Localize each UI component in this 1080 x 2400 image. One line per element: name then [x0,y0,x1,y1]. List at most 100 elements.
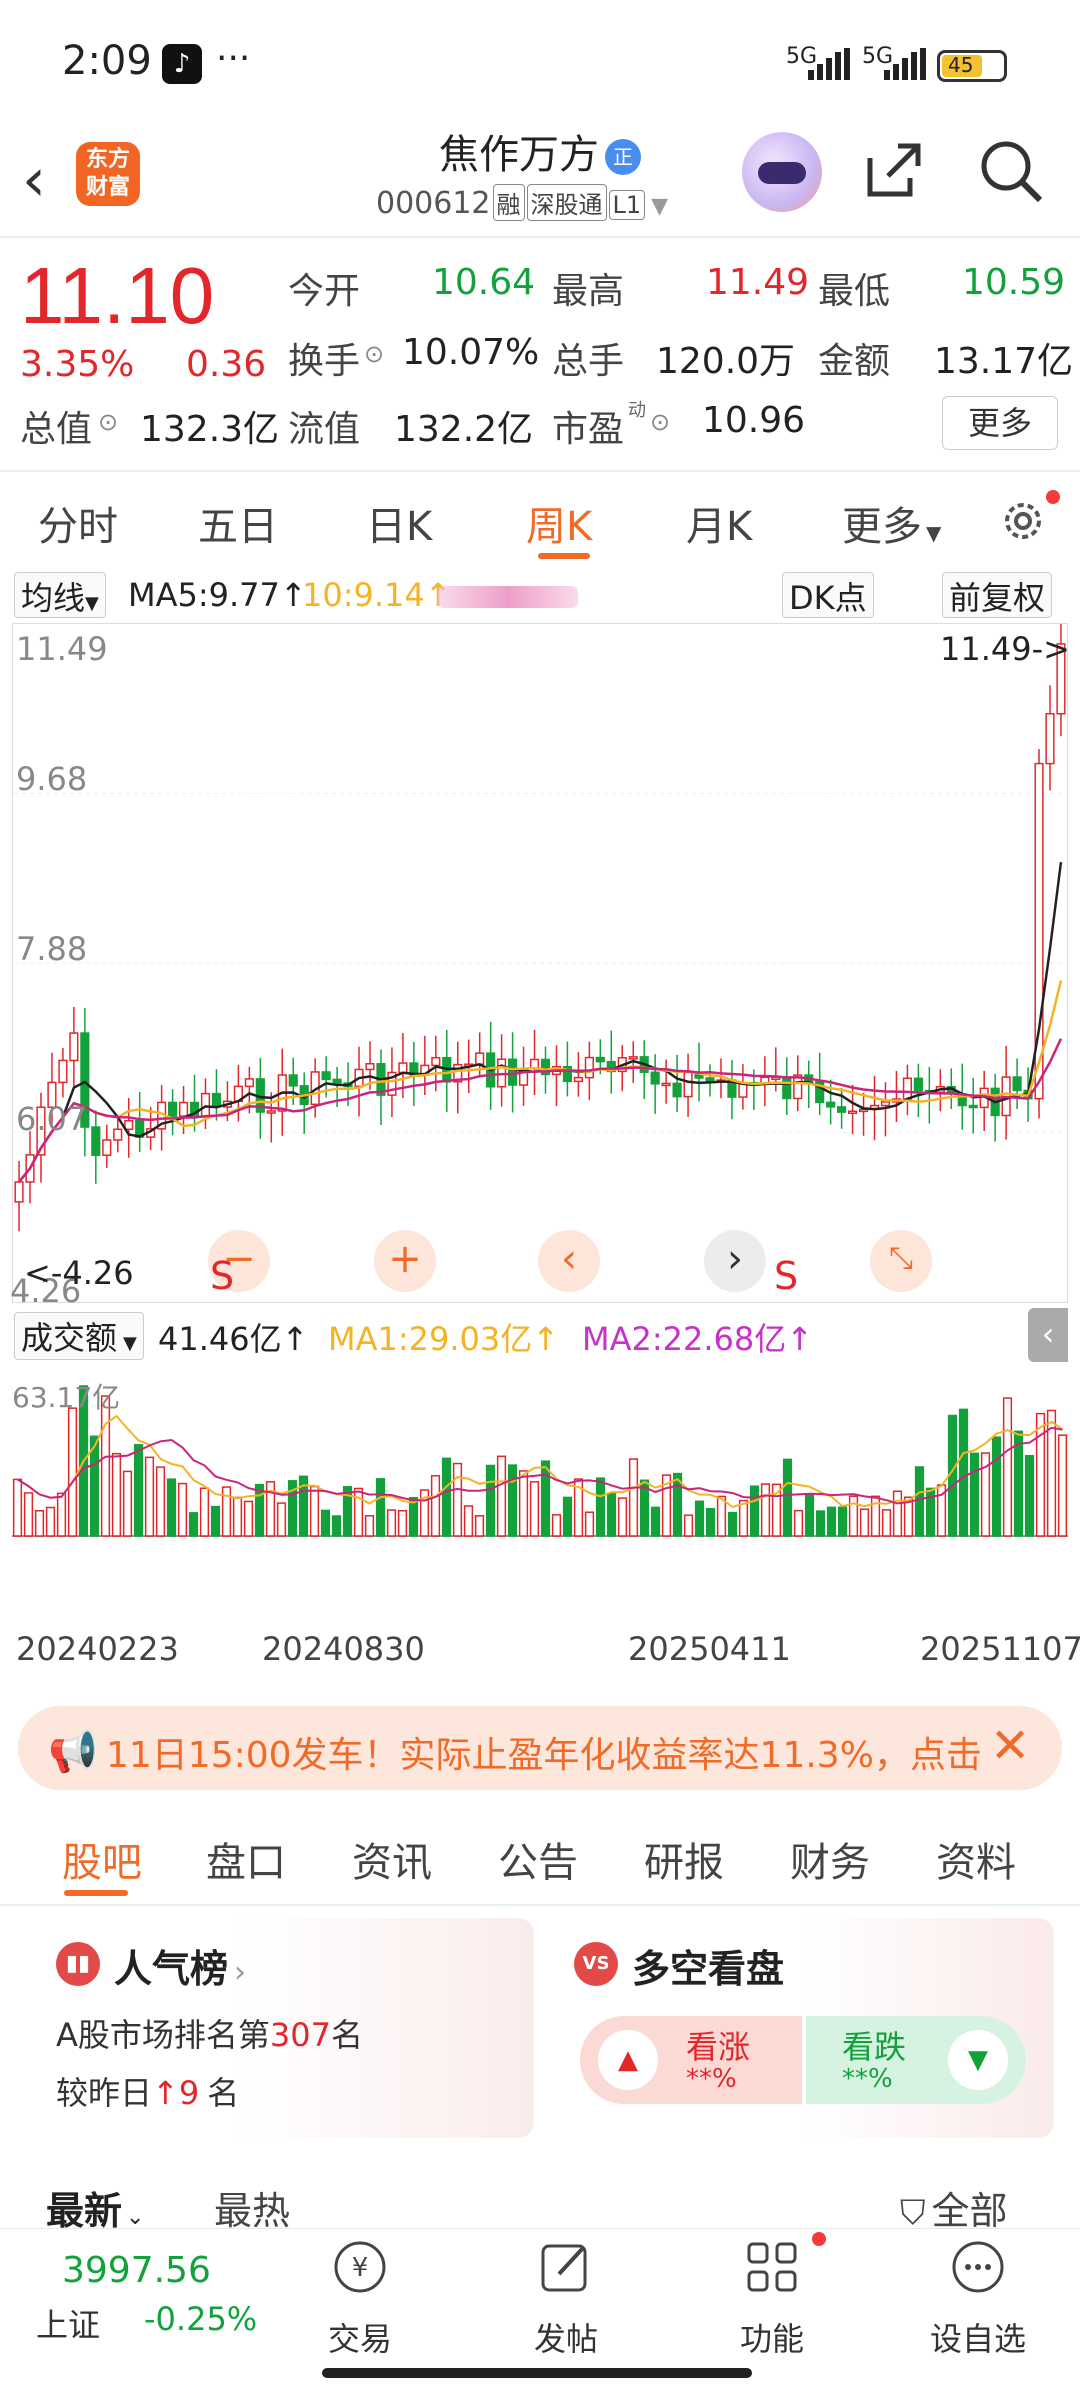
volume-bar [23,1492,34,1537]
tab-daily-k[interactable]: 日K [366,494,432,552]
nav-functions[interactable]: 功能 [712,2238,832,2360]
price-axis-label: 7.88 [16,930,88,968]
tab-forum[interactable]: 股吧 [62,1830,142,1888]
more-quote-button[interactable]: 更多 [942,396,1058,450]
pe-value: 10.96 [702,400,806,441]
rank-change-value: 9 [178,2074,200,2112]
tag-level: L1 [608,190,646,220]
change-pct: 3.35% [20,344,135,385]
tab-more-label: 更多 [842,504,922,550]
active-section-indicator [64,1890,128,1896]
tab-more[interactable]: 更多 ▼ [842,494,941,552]
volume-bar [518,1470,529,1537]
volume-bar [1002,1397,1013,1537]
index-value[interactable]: 3997.56 [62,2250,211,2291]
volume-ma2-label: MA2:22.68亿↑ [582,1320,814,1358]
gear-icon[interactable] [996,494,1050,548]
volume-bar [859,1508,870,1537]
bear-value: **% [842,2064,893,2094]
search-icon[interactable] [978,138,1044,204]
fullscreen-button[interactable]: ⤡ [870,1230,932,1292]
bull-vote[interactable]: ▲ 看涨 **% [580,2016,802,2104]
bear-vote[interactable]: 看跌 **% ▼ [806,2016,1026,2104]
volume-ma2-text: MA2:22.68亿 [582,1320,787,1358]
ma10-text: 10:9.14 [302,576,425,614]
index-change[interactable]: -0.25% [144,2300,257,2338]
tab-orderbook[interactable]: 盘口 [206,1830,286,1888]
adjust-button[interactable]: 前复权 [942,572,1053,618]
tab-five-day[interactable]: 五日 [198,494,278,552]
promo-text[interactable]: 11日15:00发车！实际止盈年化收益率达11.3%，点击 [106,1726,986,1778]
dk-point-button[interactable]: DK点 [782,572,874,618]
volume-bar [144,1456,155,1537]
turnover-value: 10.07% [402,332,540,373]
volume-bar [353,1487,364,1537]
candle [69,1032,79,1062]
tab-intraday[interactable]: 分时 [38,494,118,552]
tab-latest[interactable]: 最新 ⌄ [46,2180,144,2235]
scroll-right-button[interactable]: › [704,1230,766,1292]
change-value: 0.36 [186,344,267,385]
volume-selector[interactable]: 成交额 ▼ [14,1312,144,1360]
tab-news[interactable]: 资讯 [352,1830,432,1888]
tab-announcements[interactable]: 公告 [498,1830,578,1888]
price-axis-label: 9.68 [16,760,88,798]
tab-latest-label: 最新 [46,2189,123,2233]
volume-chart[interactable] [12,1360,1068,1622]
signal-bars-icon [808,48,850,80]
tab-weekly-k[interactable]: 周K [526,494,592,552]
volume-bar [111,1452,122,1537]
filter-button[interactable]: ⛉ 全部 [900,2180,1008,2235]
candlestick-chart[interactable] [12,623,1068,1303]
tag-connect: 深股通 [526,184,607,221]
volume-bar [914,1466,925,1537]
scroll-left-button[interactable]: ‹ [538,1230,600,1292]
volume-bar [540,1460,551,1537]
volume-bar [199,1487,210,1537]
tab-monthly-k[interactable]: 月K [686,494,752,552]
candle [113,1128,123,1141]
info-icon[interactable]: ⊙ [650,408,670,436]
candle [782,1076,792,1100]
edit-icon [541,2244,587,2292]
volume-bar [991,1436,1002,1537]
chevron-down-icon[interactable]: ▼ [651,194,668,219]
candle [507,1058,518,1086]
min-marker: <-4.26 [24,1254,134,1292]
zoom-in-button[interactable]: + [374,1230,436,1292]
candle [167,1101,178,1117]
pe-label: 市盈 [552,409,625,450]
candle [628,1056,638,1060]
nav-watchlist[interactable]: 设自选 [918,2238,1038,2360]
volume-bar [397,1509,408,1537]
ma-selector[interactable]: 均线▼ [14,572,106,618]
ma5-label: MA5:9.77↑ [128,576,307,614]
candle [244,1078,254,1088]
volume-bar [551,1514,562,1537]
max-marker: 11.49-> [940,630,1070,668]
tab-profile[interactable]: 资料 [936,1830,1016,1888]
candle [837,1106,847,1113]
popularity-card[interactable]: ▮▮ 人气榜 › A股市场排名第307名 较昨日↑9 名 [34,1918,534,2138]
nav-post[interactable]: 发帖 [506,2238,626,2360]
tab-hottest[interactable]: 最热 [214,2180,290,2235]
stock-subtitle: 000612 融深股通 L1 ▼ [376,184,668,221]
index-name[interactable]: 上证 [36,2300,100,2346]
tab-financials[interactable]: 财务 [790,1830,870,1888]
info-icon[interactable]: ⊙ [98,408,118,436]
assistant-avatar[interactable] [742,132,822,212]
volume-bar [650,1506,661,1537]
volume-bar [749,1485,760,1537]
info-icon[interactable]: ⊙ [364,340,384,368]
nav-trade[interactable]: ¥ 交易 [300,2238,420,2360]
home-indicator[interactable] [322,2368,752,2378]
status-bar: 2:09 ♪ ··· 5G 5G 45 [0,0,1080,120]
active-tab-indicator [538,553,590,559]
mcap-value: 132.3亿 [140,409,280,450]
tab-research[interactable]: 研报 [644,1830,724,1888]
share-icon[interactable] [862,138,926,202]
promo-banner[interactable]: 📢 11日15:00发车！实际止盈年化收益率达11.3%，点击 ✕ [18,1706,1062,1790]
candle [102,1139,112,1156]
collapse-panel-button[interactable]: ‹ [1028,1308,1068,1362]
close-icon[interactable]: ✕ [990,1718,1030,1774]
